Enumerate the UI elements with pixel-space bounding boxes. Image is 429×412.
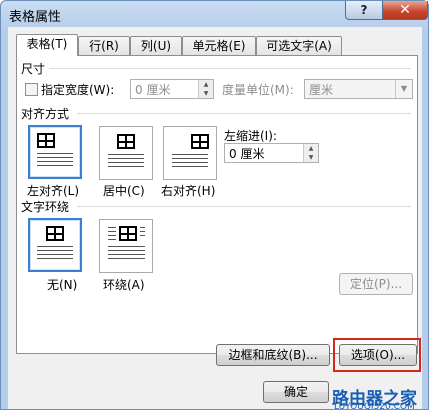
- table-left-icon: [37, 133, 55, 148]
- measure-in-select[interactable]: 厘米 ▼: [304, 79, 413, 99]
- wrap-none-label: 无(N): [47, 278, 78, 292]
- decrement-icon[interactable]: ▼: [304, 153, 318, 162]
- size-divider: [49, 68, 411, 69]
- align-right-label: 右对齐(H): [161, 184, 216, 198]
- indent-from-left-stepper[interactable]: 0 厘米 ▲ ▼: [224, 143, 319, 163]
- decrement-icon[interactable]: ▼: [199, 89, 213, 98]
- wrap-around-label: 环绕(A): [103, 278, 145, 292]
- borders-and-shading-button[interactable]: 边框和底纹(B)...: [216, 344, 330, 366]
- preferred-width-checkbox[interactable]: [25, 83, 38, 96]
- options-highlight-box: [333, 338, 421, 372]
- table-center-icon: [117, 134, 135, 149]
- table-properties-dialog: 表格属性 ? ✕ 表格(T) 行(R) 列(U) 单元格(E) 可选文字(A) …: [0, 0, 429, 412]
- measure-in-value: 厘米: [309, 83, 334, 97]
- align-left-label: 左对齐(L): [27, 184, 80, 198]
- alignment-divider: [77, 113, 411, 114]
- align-center-label: 居中(C): [103, 184, 145, 198]
- table-right-icon: [191, 134, 209, 149]
- dialog-body: 表格(T) 行(R) 列(U) 单元格(E) 可选文字(A) 尺寸 指定宽度(W…: [8, 27, 422, 412]
- wrap-none-option[interactable]: [28, 218, 82, 272]
- wrapping-divider: [77, 206, 411, 207]
- tab-alt-text[interactable]: 可选文字(A): [256, 36, 342, 55]
- preferred-width-label: 指定宽度(W):: [41, 83, 115, 97]
- table-no-wrap-icon: [46, 226, 64, 241]
- preferred-width-stepper[interactable]: 0 厘米 ▲ ▼: [130, 79, 214, 99]
- positioning-button[interactable]: 定位(P)...: [339, 273, 413, 295]
- alignment-heading: 对齐方式: [21, 107, 70, 121]
- help-button[interactable]: ?: [345, 1, 383, 20]
- stepper-buttons: ▲ ▼: [198, 80, 213, 98]
- tab-row[interactable]: 行(R): [78, 36, 130, 55]
- watermark-url: LUYOUQI520.COM: [334, 402, 415, 412]
- wrap-around-option[interactable]: [99, 219, 153, 273]
- tab-column[interactable]: 列(U): [130, 36, 182, 55]
- align-center-option[interactable]: [99, 126, 153, 180]
- title-bar: 表格属性 ? ✕: [1, 1, 428, 27]
- dialog-title: 表格属性: [9, 10, 62, 25]
- ok-button[interactable]: 确定: [263, 381, 329, 403]
- wrapping-heading: 文字环绕: [21, 200, 70, 214]
- preferred-width-value: 0 厘米: [135, 83, 171, 97]
- indent-from-left-value: 0 厘米: [229, 147, 265, 161]
- size-heading: 尺寸: [21, 62, 46, 76]
- stepper-buttons: ▲ ▼: [303, 144, 318, 162]
- table-tab-panel: 尺寸 指定宽度(W): 0 厘米 ▲ ▼ 度量单位(M): 厘米 ▼ 对齐方式: [16, 55, 421, 372]
- align-right-option[interactable]: [163, 126, 217, 180]
- tab-table[interactable]: 表格(T): [16, 34, 78, 56]
- align-left-option[interactable]: [28, 125, 82, 179]
- measure-in-label: 度量单位(M):: [222, 83, 294, 97]
- close-button[interactable]: ✕: [382, 1, 428, 20]
- indent-from-left-label: 左缩进(I):: [224, 129, 277, 143]
- tab-cell[interactable]: 单元格(E): [182, 36, 256, 55]
- table-wrap-icon: [119, 226, 137, 241]
- chevron-down-icon[interactable]: ▼: [395, 80, 412, 98]
